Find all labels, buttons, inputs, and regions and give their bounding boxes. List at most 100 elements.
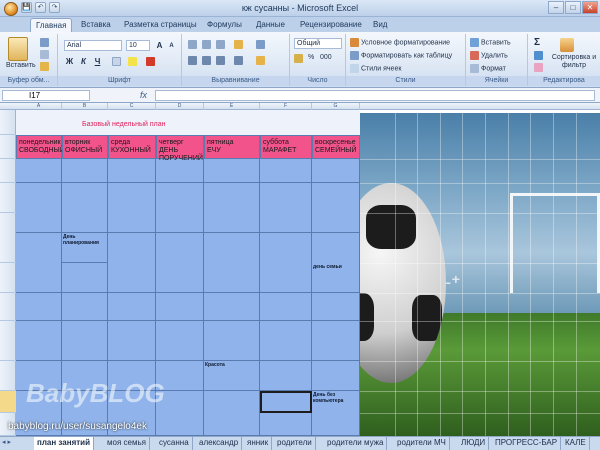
cut-icon[interactable] — [40, 38, 49, 47]
font-color-icon[interactable] — [146, 57, 155, 66]
sheet-tab-in-laws[interactable]: родители мужа — [324, 437, 388, 450]
plan-cell[interactable] — [156, 293, 204, 321]
currency-icon[interactable] — [294, 54, 303, 63]
name-box[interactable]: I17 — [2, 90, 90, 101]
maximize-button[interactable]: □ — [565, 1, 581, 14]
insert-function-icon[interactable]: fx — [140, 90, 147, 100]
sheet-tab-alexander[interactable]: александр — [196, 437, 243, 450]
bold-button[interactable]: Ж — [64, 56, 75, 67]
close-button[interactable]: ✕ — [582, 1, 598, 14]
plan-cell[interactable] — [312, 183, 360, 233]
row-header[interactable] — [0, 159, 16, 183]
formula-input[interactable] — [155, 90, 595, 101]
day-header-thursday[interactable]: четверг ДЕНЬ ПОРУЧЕНИЙ — [156, 135, 204, 162]
day-header-wednesday[interactable]: среда КУХОННЫЙ — [108, 135, 156, 159]
plan-cell[interactable] — [260, 321, 312, 361]
align-left-icon[interactable] — [188, 56, 197, 65]
column-header[interactable]: F — [260, 103, 312, 110]
plan-cell[interactable] — [156, 183, 204, 233]
row-header[interactable] — [0, 293, 16, 321]
tab-insert[interactable]: Вставка — [76, 18, 116, 32]
align-middle-icon[interactable] — [202, 40, 211, 49]
format-as-table-button[interactable]: Форматировать как таблицу — [361, 52, 452, 59]
sheet-tab-parents-mch[interactable]: родители МЧ — [394, 437, 450, 450]
plan-cell[interactable] — [108, 321, 156, 361]
column-header[interactable]: C — [108, 103, 156, 110]
plan-cell[interactable] — [16, 183, 62, 233]
sheet-tab-people[interactable]: ЛЮДИ — [458, 437, 490, 450]
plan-cell[interactable] — [260, 159, 312, 183]
align-center-icon[interactable] — [202, 56, 211, 65]
sort-filter-button[interactable]: Сортировка и фильтр — [550, 54, 598, 70]
row-header[interactable] — [0, 183, 16, 213]
sheet-tab-susanna[interactable]: сусанна — [156, 437, 193, 450]
plan-cell[interactable] — [312, 159, 360, 183]
plan-cell[interactable] — [312, 321, 360, 361]
plan-cell[interactable] — [108, 159, 156, 183]
sheet-tab-progress[interactable]: ПРОГРЕСС-БАР — [492, 437, 562, 450]
sheet-tab-calendar[interactable]: КАЛЕ — [562, 437, 590, 450]
row-header[interactable] — [0, 213, 16, 263]
plan-cell[interactable]: День без компьютера — [312, 391, 360, 436]
plan-cell[interactable] — [260, 293, 312, 321]
row-header[interactable] — [0, 361, 16, 391]
plan-cell[interactable] — [62, 183, 108, 233]
conditional-format-button[interactable]: Условное форматирование — [361, 39, 450, 46]
grow-font-button[interactable]: A — [154, 40, 165, 51]
shrink-font-button[interactable]: A — [166, 41, 177, 52]
paste-icon[interactable] — [8, 37, 28, 61]
day-header-friday[interactable]: пятница ЕЧУ — [204, 135, 260, 159]
format-cells-button[interactable]: Формат — [481, 65, 506, 72]
sheet-tab-family[interactable]: моя семья — [104, 437, 150, 450]
plan-cell[interactable] — [62, 159, 108, 183]
tab-formulas[interactable]: Формулы — [202, 18, 247, 32]
plan-cell[interactable] — [260, 233, 312, 293]
column-header[interactable]: G — [312, 103, 360, 110]
plan-cell[interactable] — [16, 293, 62, 321]
plan-cell[interactable] — [204, 183, 260, 233]
cell-styles-button[interactable]: Стили ячеек — [361, 65, 401, 72]
font-size-select[interactable]: 10 — [126, 40, 150, 51]
column-header[interactable]: B — [62, 103, 108, 110]
fill-icon[interactable] — [534, 51, 543, 60]
font-family-select[interactable]: Arial — [64, 40, 122, 51]
plan-cell[interactable] — [62, 263, 108, 293]
percent-button[interactable]: % — [308, 54, 314, 61]
column-header[interactable]: E — [204, 103, 260, 110]
underline-button[interactable]: Ч — [92, 56, 103, 67]
plan-cell[interactable] — [312, 361, 360, 391]
plan-cell[interactable] — [156, 321, 204, 361]
sheet-nav-arrows-icon[interactable]: ◂ ▸ — [2, 438, 11, 446]
insert-cells-button[interactable]: Вставить — [481, 39, 511, 46]
column-header[interactable]: D — [156, 103, 204, 110]
row-header[interactable] — [0, 110, 16, 135]
plan-cell[interactable] — [108, 183, 156, 233]
plan-cell[interactable] — [62, 321, 108, 361]
plan-cell[interactable]: День планирования — [62, 233, 108, 263]
sheet-tab-parents[interactable]: родители — [274, 437, 316, 450]
plan-cell[interactable] — [16, 159, 62, 183]
plan-cell[interactable] — [108, 293, 156, 321]
sheet-tab-yannik[interactable]: янник — [244, 437, 273, 450]
day-header-saturday[interactable]: суббота МАРАФЕТ — [260, 135, 312, 159]
wrap-text-icon[interactable] — [256, 40, 265, 49]
day-header-sunday[interactable]: воскресенье СЕМЕЙНЫЙ — [312, 135, 360, 159]
plan-cell[interactable] — [16, 233, 62, 293]
plan-cell[interactable] — [156, 233, 204, 293]
minimize-button[interactable]: – — [548, 1, 564, 14]
column-header[interactable]: A — [16, 103, 62, 110]
sheet-tab-plan[interactable]: план занятий — [34, 437, 94, 450]
tab-review[interactable]: Рецензирование — [295, 18, 367, 32]
tab-data[interactable]: Данные — [251, 18, 290, 32]
row-header[interactable] — [0, 321, 16, 361]
row-header[interactable] — [0, 135, 16, 159]
merge-center-icon[interactable] — [256, 56, 265, 65]
number-format-select[interactable]: Общий — [294, 38, 342, 49]
align-right-icon[interactable] — [216, 56, 225, 65]
plan-cell[interactable] — [16, 321, 62, 361]
orientation-icon[interactable] — [234, 40, 243, 49]
comma-style-button[interactable]: 000 — [320, 54, 332, 61]
delete-cells-button[interactable]: Удалить — [481, 52, 508, 59]
plan-cell[interactable] — [260, 183, 312, 233]
plan-cell[interactable] — [260, 361, 312, 391]
